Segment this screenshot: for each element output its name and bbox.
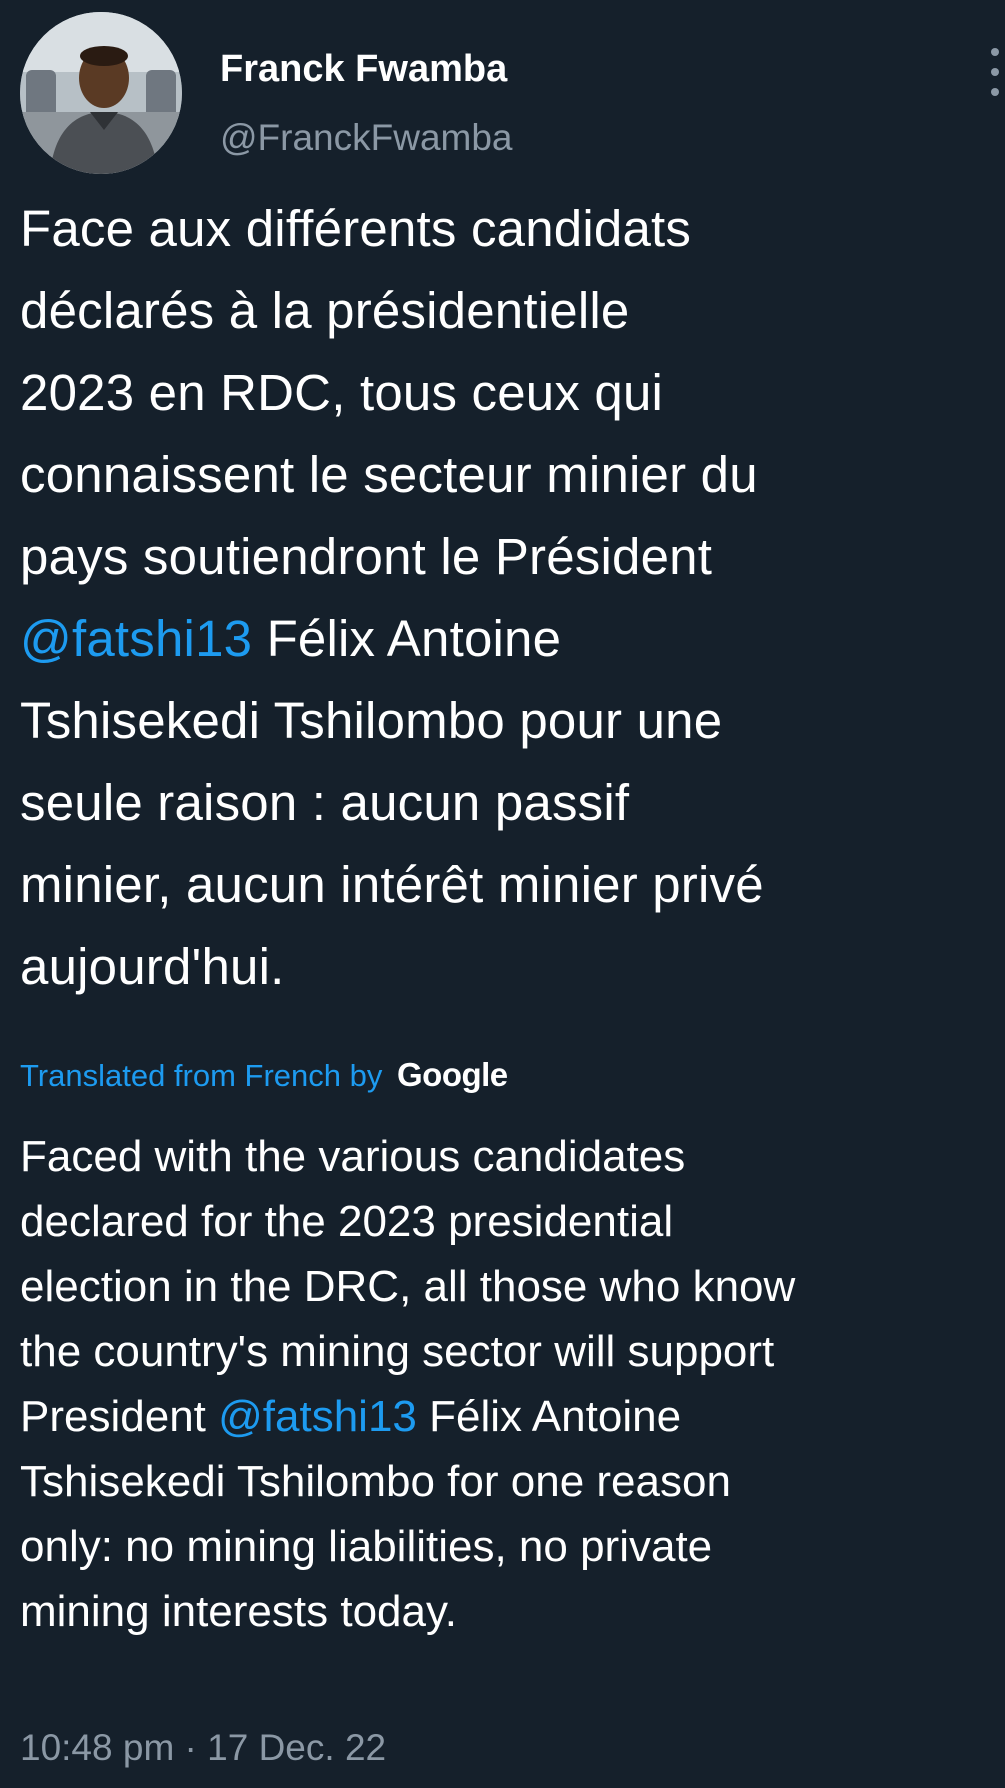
translation-line: Faced with the various candidates (20, 1132, 686, 1181)
tweet-line-text: Félix Antoine (252, 610, 562, 667)
translated-label: Translated from French by (20, 1058, 383, 1093)
tweet-line: aujourd'hui. (20, 938, 285, 995)
translation-line: the country's mining sector will support (20, 1327, 775, 1376)
mention-link[interactable]: @fatshi13 (20, 610, 252, 667)
translation-line: election in the DRC, all those who know (20, 1262, 796, 1311)
tweet-line: @fatshi13 Félix Antoine (20, 598, 985, 680)
translation-line: Tshisekedi Tshilombo for one reason (20, 1457, 731, 1506)
tweet-header: Franck Fwamba @FranckFwamba (20, 12, 999, 174)
translation-line: mining interests today. (20, 1587, 457, 1636)
tweet-timestamp[interactable]: 10:48 pm · 17 Dec. 22 (20, 1727, 386, 1769)
tweet-line: 2023 en RDC, tous ceux qui (20, 364, 664, 421)
more-vertical-icon[interactable] (991, 48, 1005, 108)
author-handle[interactable]: @FranckFwamba (220, 117, 513, 159)
google-logo: Google (397, 1056, 508, 1093)
tweet-line: minier, aucun intérêt minier privé (20, 856, 764, 913)
translation-line: declared for the 2023 presidential (20, 1197, 674, 1246)
tweet-line: Tshisekedi Tshilombo pour une (20, 692, 723, 749)
tweet-text: Face aux différents candidats déclarés à… (20, 188, 985, 1008)
tweet-line: pays soutiendront le Président (20, 528, 713, 585)
avatar-photo (20, 12, 182, 174)
tweet-line: Face aux différents candidats (20, 200, 692, 257)
mention-link[interactable]: @fatshi13 (218, 1392, 417, 1441)
avatar[interactable] (20, 12, 182, 174)
translation-line: President @fatshi13 Félix Antoine (20, 1384, 985, 1449)
author-name[interactable]: Franck Fwamba (220, 48, 507, 91)
translation-line-text: Félix Antoine (416, 1392, 682, 1441)
tweet-line: connaissent le secteur minier du (20, 446, 758, 503)
tweet-line: seule raison : aucun passif (20, 774, 630, 831)
translation-line: only: no mining liabilities, no private (20, 1522, 713, 1571)
translated-text: Faced with the various candidates declar… (20, 1124, 985, 1644)
tweet-line: déclarés à la présidentielle (20, 282, 630, 339)
translation-line-prefix: President (20, 1392, 219, 1441)
translated-by-link[interactable]: Translated from French by Google (20, 1056, 508, 1094)
